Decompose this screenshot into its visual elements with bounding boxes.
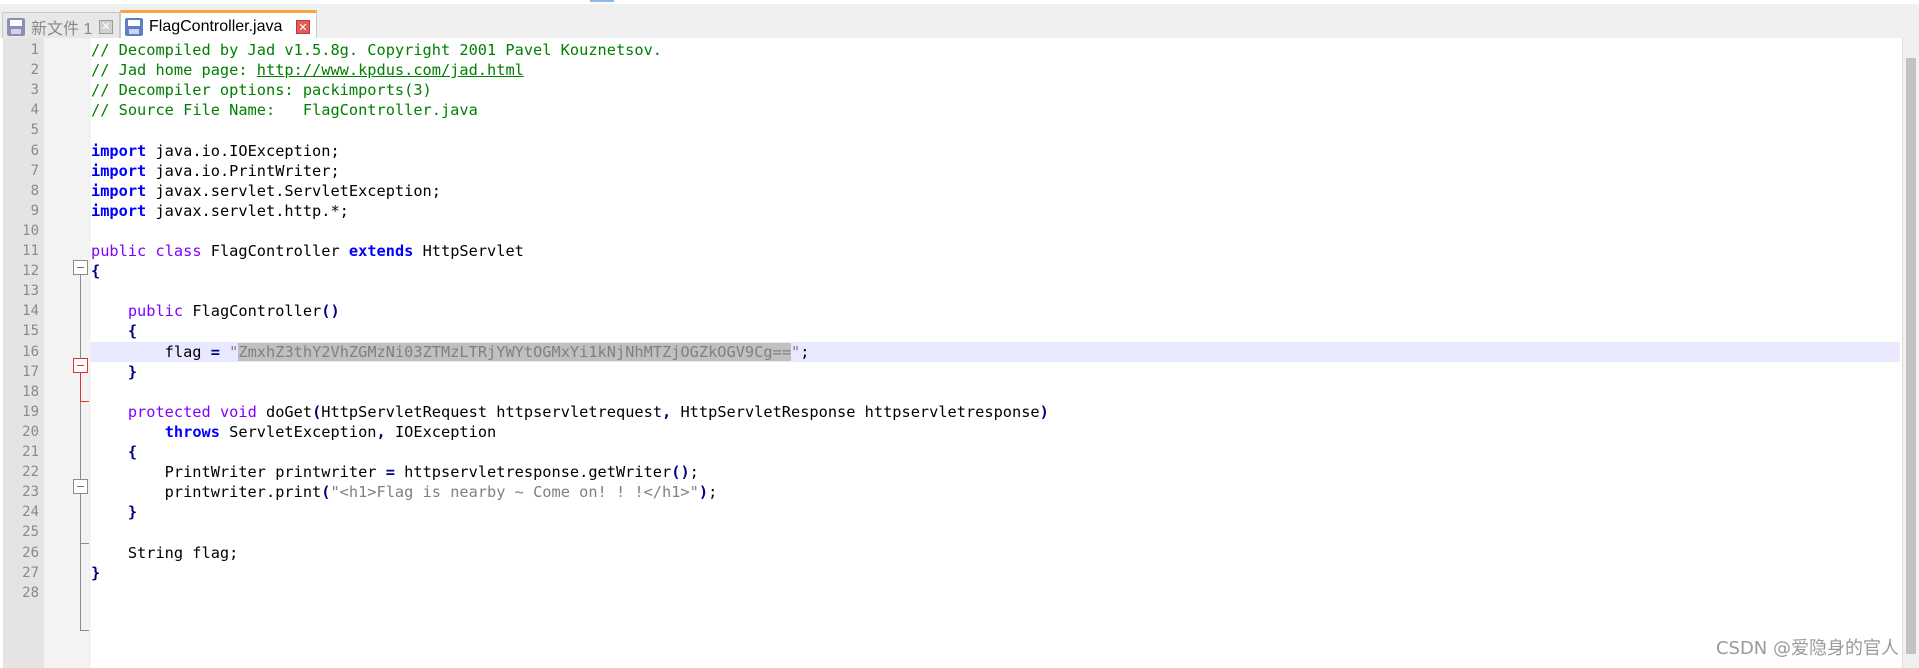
line-number: 13 bbox=[22, 283, 39, 299]
code-line[interactable]: PrintWriter printwriter = httpservletres… bbox=[91, 462, 699, 482]
fold-toggle-constructor[interactable] bbox=[73, 358, 88, 373]
code-line[interactable]: import javax.servlet.http.*; bbox=[91, 201, 349, 221]
fold-line-doget bbox=[80, 494, 81, 543]
unsaved-file-icon bbox=[7, 17, 25, 36]
fold-end-class bbox=[80, 630, 89, 631]
line-number: 8 bbox=[30, 183, 39, 199]
line-number: 9 bbox=[30, 203, 39, 219]
line-number: 16 bbox=[22, 344, 39, 360]
fold-end-doget bbox=[80, 543, 89, 544]
code-line[interactable]: public FlagController() bbox=[91, 301, 340, 321]
code-line[interactable]: printwriter.print("<h1>Flag is nearby ~ … bbox=[91, 482, 718, 502]
code-line[interactable]: import java.io.PrintWriter; bbox=[91, 161, 340, 181]
vertical-scrollbar[interactable] bbox=[1902, 38, 1919, 668]
code-line[interactable]: import java.io.IOException; bbox=[91, 141, 340, 161]
line-number: 6 bbox=[30, 143, 39, 159]
tab-flagcontroller-java[interactable]: FlagController.java ✕ bbox=[120, 10, 317, 41]
code-line[interactable]: protected void doGet(HttpServletRequest … bbox=[91, 402, 1049, 422]
fold-line bbox=[80, 275, 81, 631]
tab-label: 新文件 1 bbox=[31, 20, 93, 38]
line-number: 20 bbox=[22, 424, 39, 440]
close-tab-icon[interactable]: ✕ bbox=[99, 19, 113, 34]
code-line[interactable]: flag = "ZmxhZ3thY2VhZGMzNi03ZTMzLTRjYWYt… bbox=[91, 342, 809, 362]
line-number: 14 bbox=[22, 303, 39, 319]
code-line[interactable]: } bbox=[91, 362, 137, 382]
line-number: 18 bbox=[22, 384, 39, 400]
line-number: 27 bbox=[22, 565, 39, 581]
code-line[interactable]: // Source File Name: FlagController.java bbox=[91, 100, 478, 120]
line-number: 4 bbox=[30, 102, 39, 118]
code-line[interactable]: // Jad home page: http://www.kpdus.com/j… bbox=[91, 60, 524, 80]
fold-toggle-class[interactable] bbox=[73, 260, 88, 275]
code-line[interactable]: { bbox=[91, 442, 137, 462]
line-number: 12 bbox=[22, 263, 39, 279]
code-line[interactable]: } bbox=[91, 563, 100, 583]
code-editor[interactable]: 1 // Decompiled by Jad v1.5.8g. Copyright… bbox=[0, 38, 1919, 668]
line-number: 26 bbox=[22, 545, 39, 561]
line-number: 17 bbox=[22, 364, 39, 380]
line-number: 25 bbox=[22, 524, 39, 540]
code-line[interactable]: public class FlagController extends Http… bbox=[91, 241, 524, 261]
tab-label: FlagController.java bbox=[149, 18, 283, 35]
tab-new-file-1[interactable]: 新文件 1 ✕ bbox=[2, 12, 120, 40]
line-number: 24 bbox=[22, 504, 39, 520]
window-top-edge bbox=[0, 0, 1919, 3]
code-line[interactable]: import javax.servlet.ServletException; bbox=[91, 181, 441, 201]
scrollbar-thumb[interactable] bbox=[1906, 58, 1916, 654]
fold-margin bbox=[44, 38, 91, 668]
close-tab-icon[interactable]: ✕ bbox=[296, 20, 310, 34]
line-number: 23 bbox=[22, 484, 39, 500]
code-line[interactable]: String flag; bbox=[91, 543, 239, 563]
code-line[interactable]: { bbox=[91, 321, 137, 341]
line-number: 10 bbox=[22, 223, 39, 239]
saved-file-icon bbox=[125, 18, 143, 36]
line-number: 21 bbox=[22, 444, 39, 460]
line-number: 7 bbox=[30, 163, 39, 179]
fold-line-constructor bbox=[80, 373, 81, 402]
top-marker bbox=[590, 0, 614, 2]
code-line[interactable]: { bbox=[91, 261, 100, 281]
line-number: 28 bbox=[22, 585, 39, 601]
fold-toggle-doget[interactable] bbox=[73, 479, 88, 494]
code-line[interactable]: } bbox=[91, 502, 137, 522]
watermark: CSDN @爱隐身的官人 bbox=[1715, 638, 1899, 659]
code-line[interactable]: // Decompiled by Jad v1.5.8g. Copyright … bbox=[91, 40, 662, 60]
line-number: 3 bbox=[30, 82, 39, 98]
line-number: 5 bbox=[30, 122, 39, 138]
line-number: 22 bbox=[22, 464, 39, 480]
line-number: 19 bbox=[22, 404, 39, 420]
tab-bar: 新文件 1 ✕ FlagController.java ✕ bbox=[0, 4, 1919, 41]
line-number: 11 bbox=[22, 243, 39, 259]
fold-end-constructor bbox=[80, 401, 89, 402]
line-number: 15 bbox=[22, 323, 39, 339]
line-number: 2 bbox=[30, 62, 39, 78]
code-line[interactable]: throws ServletException, IOException bbox=[91, 422, 497, 442]
line-number: 1 bbox=[30, 42, 39, 58]
code-line[interactable]: // Decompiler options: packimports(3) bbox=[91, 80, 432, 100]
